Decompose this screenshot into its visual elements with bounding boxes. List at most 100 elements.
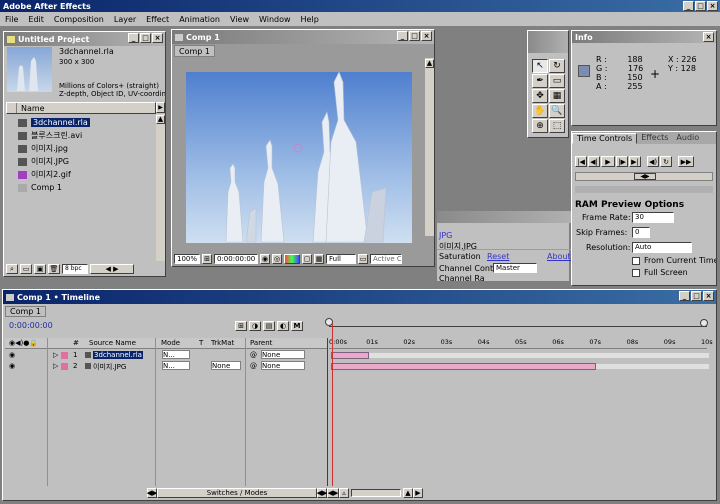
current-time-indicator[interactable]: [332, 324, 333, 486]
parent-select[interactable]: None: [261, 361, 305, 370]
timeline-maximize-button[interactable]: □: [691, 291, 702, 301]
pickwhip-icon[interactable]: @: [250, 362, 257, 370]
first-frame-icon[interactable]: |◀: [575, 156, 587, 167]
transparency-grid-icon[interactable]: ▦: [314, 253, 324, 264]
frame-blend-icon[interactable]: ▤: [263, 321, 275, 331]
graph-icon[interactable]: M: [291, 321, 303, 331]
trash-icon[interactable]: 🗑: [48, 264, 60, 274]
comp-vscroll[interactable]: ▲: [425, 58, 434, 236]
comp-tab[interactable]: Comp 1: [174, 45, 215, 57]
project-item[interactable]: 이미지.JPG: [6, 155, 156, 168]
camera-select[interactable]: Active C: [370, 253, 402, 264]
timeline-zoom-slider[interactable]: [351, 489, 401, 497]
jog-handle[interactable]: ◀▶: [634, 173, 656, 180]
menu-window[interactable]: Window: [254, 15, 296, 24]
frame-rate-select[interactable]: 30: [632, 212, 674, 223]
project-item[interactable]: Comp 1: [6, 181, 156, 194]
menu-file[interactable]: File: [0, 15, 23, 24]
label-color-icon[interactable]: [61, 363, 68, 370]
menu-composition[interactable]: Composition: [49, 15, 109, 24]
reset-link[interactable]: Reset: [487, 252, 509, 261]
project-item[interactable]: 이미지2.gif: [6, 168, 156, 181]
full-screen-checkbox[interactable]: [632, 269, 640, 277]
time-ruler[interactable]: 0:00s 01s 02s 03s 04s 05s 06s 07s 08s 09s 10s: [329, 338, 713, 349]
comp-timecode[interactable]: 0:00:00:00: [214, 253, 258, 264]
find-icon[interactable]: ⌕: [6, 264, 18, 274]
track-tool-icon[interactable]: ⬚: [549, 119, 565, 133]
expand-icon[interactable]: ▷: [53, 351, 58, 359]
audio-icon[interactable]: ◀): [647, 156, 659, 167]
timeline-tab[interactable]: Comp 1: [5, 306, 46, 317]
eye-icon[interactable]: ◉: [9, 362, 15, 370]
layer-row[interactable]: ◉ ▷ 1 3dchannel.rla N... @ None: [5, 350, 709, 361]
minimize-button[interactable]: _: [683, 1, 694, 11]
project-item[interactable]: 블루스크린.avi: [6, 129, 156, 142]
menu-view[interactable]: View: [225, 15, 254, 24]
comp-close-button[interactable]: ×: [421, 31, 432, 41]
resolution-select[interactable]: Full: [326, 253, 356, 264]
motion-blur-icon[interactable]: ◐: [277, 321, 289, 331]
project-scrollbar[interactable]: ▲: [156, 114, 165, 261]
snapshot-icon[interactable]: ◉: [260, 253, 270, 264]
trkmat-select[interactable]: None: [211, 361, 241, 370]
project-minimize-button[interactable]: _: [128, 33, 139, 43]
layer-duration-bar[interactable]: [331, 363, 596, 370]
rotate-tool-icon[interactable]: ↻: [549, 59, 565, 73]
layer-duration-bar[interactable]: [331, 352, 369, 359]
menu-help[interactable]: Help: [296, 15, 324, 24]
time-nav-icon[interactable]: ◀▶: [327, 488, 339, 498]
project-hscroll[interactable]: ◀ ▶: [90, 264, 134, 274]
channel-control-select[interactable]: Master: [493, 263, 537, 273]
zoom-tool-icon[interactable]: 🔍: [549, 104, 565, 118]
jog-shuttle[interactable]: ◀▶: [575, 172, 713, 181]
region-icon[interactable]: ▢: [302, 253, 312, 264]
show-snapshot-icon[interactable]: ◎: [272, 253, 282, 264]
project-item[interactable]: 3dchannel.rla: [6, 116, 156, 129]
tab-time-controls[interactable]: Time Controls: [572, 133, 638, 144]
comp-scroll-up[interactable]: ▲: [425, 58, 434, 68]
bpc-field[interactable]: 8 bpc: [62, 264, 88, 274]
comp-flowchart-icon[interactable]: ⊞: [235, 321, 247, 331]
comp-minimize-button[interactable]: _: [397, 31, 408, 41]
orbit-tool-icon[interactable]: ⊕: [532, 119, 548, 133]
prev-frame-icon[interactable]: ◀|: [588, 156, 600, 167]
safe-zones-icon[interactable]: ⊞: [202, 253, 212, 264]
zoom-select[interactable]: 100%: [174, 253, 200, 264]
pen-tool-icon[interactable]: ✒: [532, 74, 548, 88]
play-icon[interactable]: ▶: [601, 156, 615, 167]
mode-select[interactable]: N...: [162, 350, 190, 359]
skip-frames-input[interactable]: 0: [632, 227, 650, 238]
next-frame-icon[interactable]: |▶: [616, 156, 628, 167]
effect-tab[interactable]: JPG: [439, 231, 452, 240]
ram-preview-icon[interactable]: ▶▶: [678, 156, 694, 167]
switches-modes-toggle[interactable]: Switches / Modes: [157, 488, 317, 498]
shy-icon[interactable]: ◑: [249, 321, 261, 331]
project-close-button[interactable]: ×: [152, 33, 163, 43]
work-area-end-handle[interactable]: [700, 319, 708, 327]
anchor-tool-icon[interactable]: ✥: [532, 89, 548, 103]
label-color-icon[interactable]: [61, 352, 68, 359]
scroll-up-button[interactable]: ▲: [156, 114, 165, 124]
mask-tool-icon[interactable]: ▭: [549, 74, 565, 88]
project-name-header[interactable]: Name: [6, 102, 156, 114]
menu-animation[interactable]: Animation: [174, 15, 225, 24]
from-current-checkbox[interactable]: [632, 257, 640, 265]
timeline-minimize-button[interactable]: _: [679, 291, 690, 301]
camera-tool-icon[interactable]: ▦: [549, 89, 565, 103]
timeline-timecode[interactable]: 0:00:00:00: [7, 321, 57, 332]
tab-effects[interactable]: Effects: [637, 133, 672, 144]
parent-select[interactable]: None: [261, 350, 305, 359]
info-close-button[interactable]: ×: [703, 32, 714, 42]
timeline-close-button[interactable]: ×: [703, 291, 714, 301]
menu-layer[interactable]: Layer: [109, 15, 141, 24]
loop-icon[interactable]: ↻: [660, 156, 672, 167]
last-frame-icon[interactable]: ▶|: [629, 156, 641, 167]
resolution-dropdown[interactable]: Auto: [632, 242, 692, 253]
eye-icon[interactable]: ◉: [9, 351, 15, 359]
zoom-out-icon[interactable]: ▵: [339, 488, 349, 498]
timeline-hscroll[interactable]: ▶: [413, 488, 423, 498]
shuttle-bar[interactable]: [575, 186, 713, 193]
expand-icon[interactable]: ▷: [53, 362, 58, 370]
menu-edit[interactable]: Edit: [23, 15, 49, 24]
project-panel-menu-button[interactable]: ▶: [156, 102, 165, 113]
